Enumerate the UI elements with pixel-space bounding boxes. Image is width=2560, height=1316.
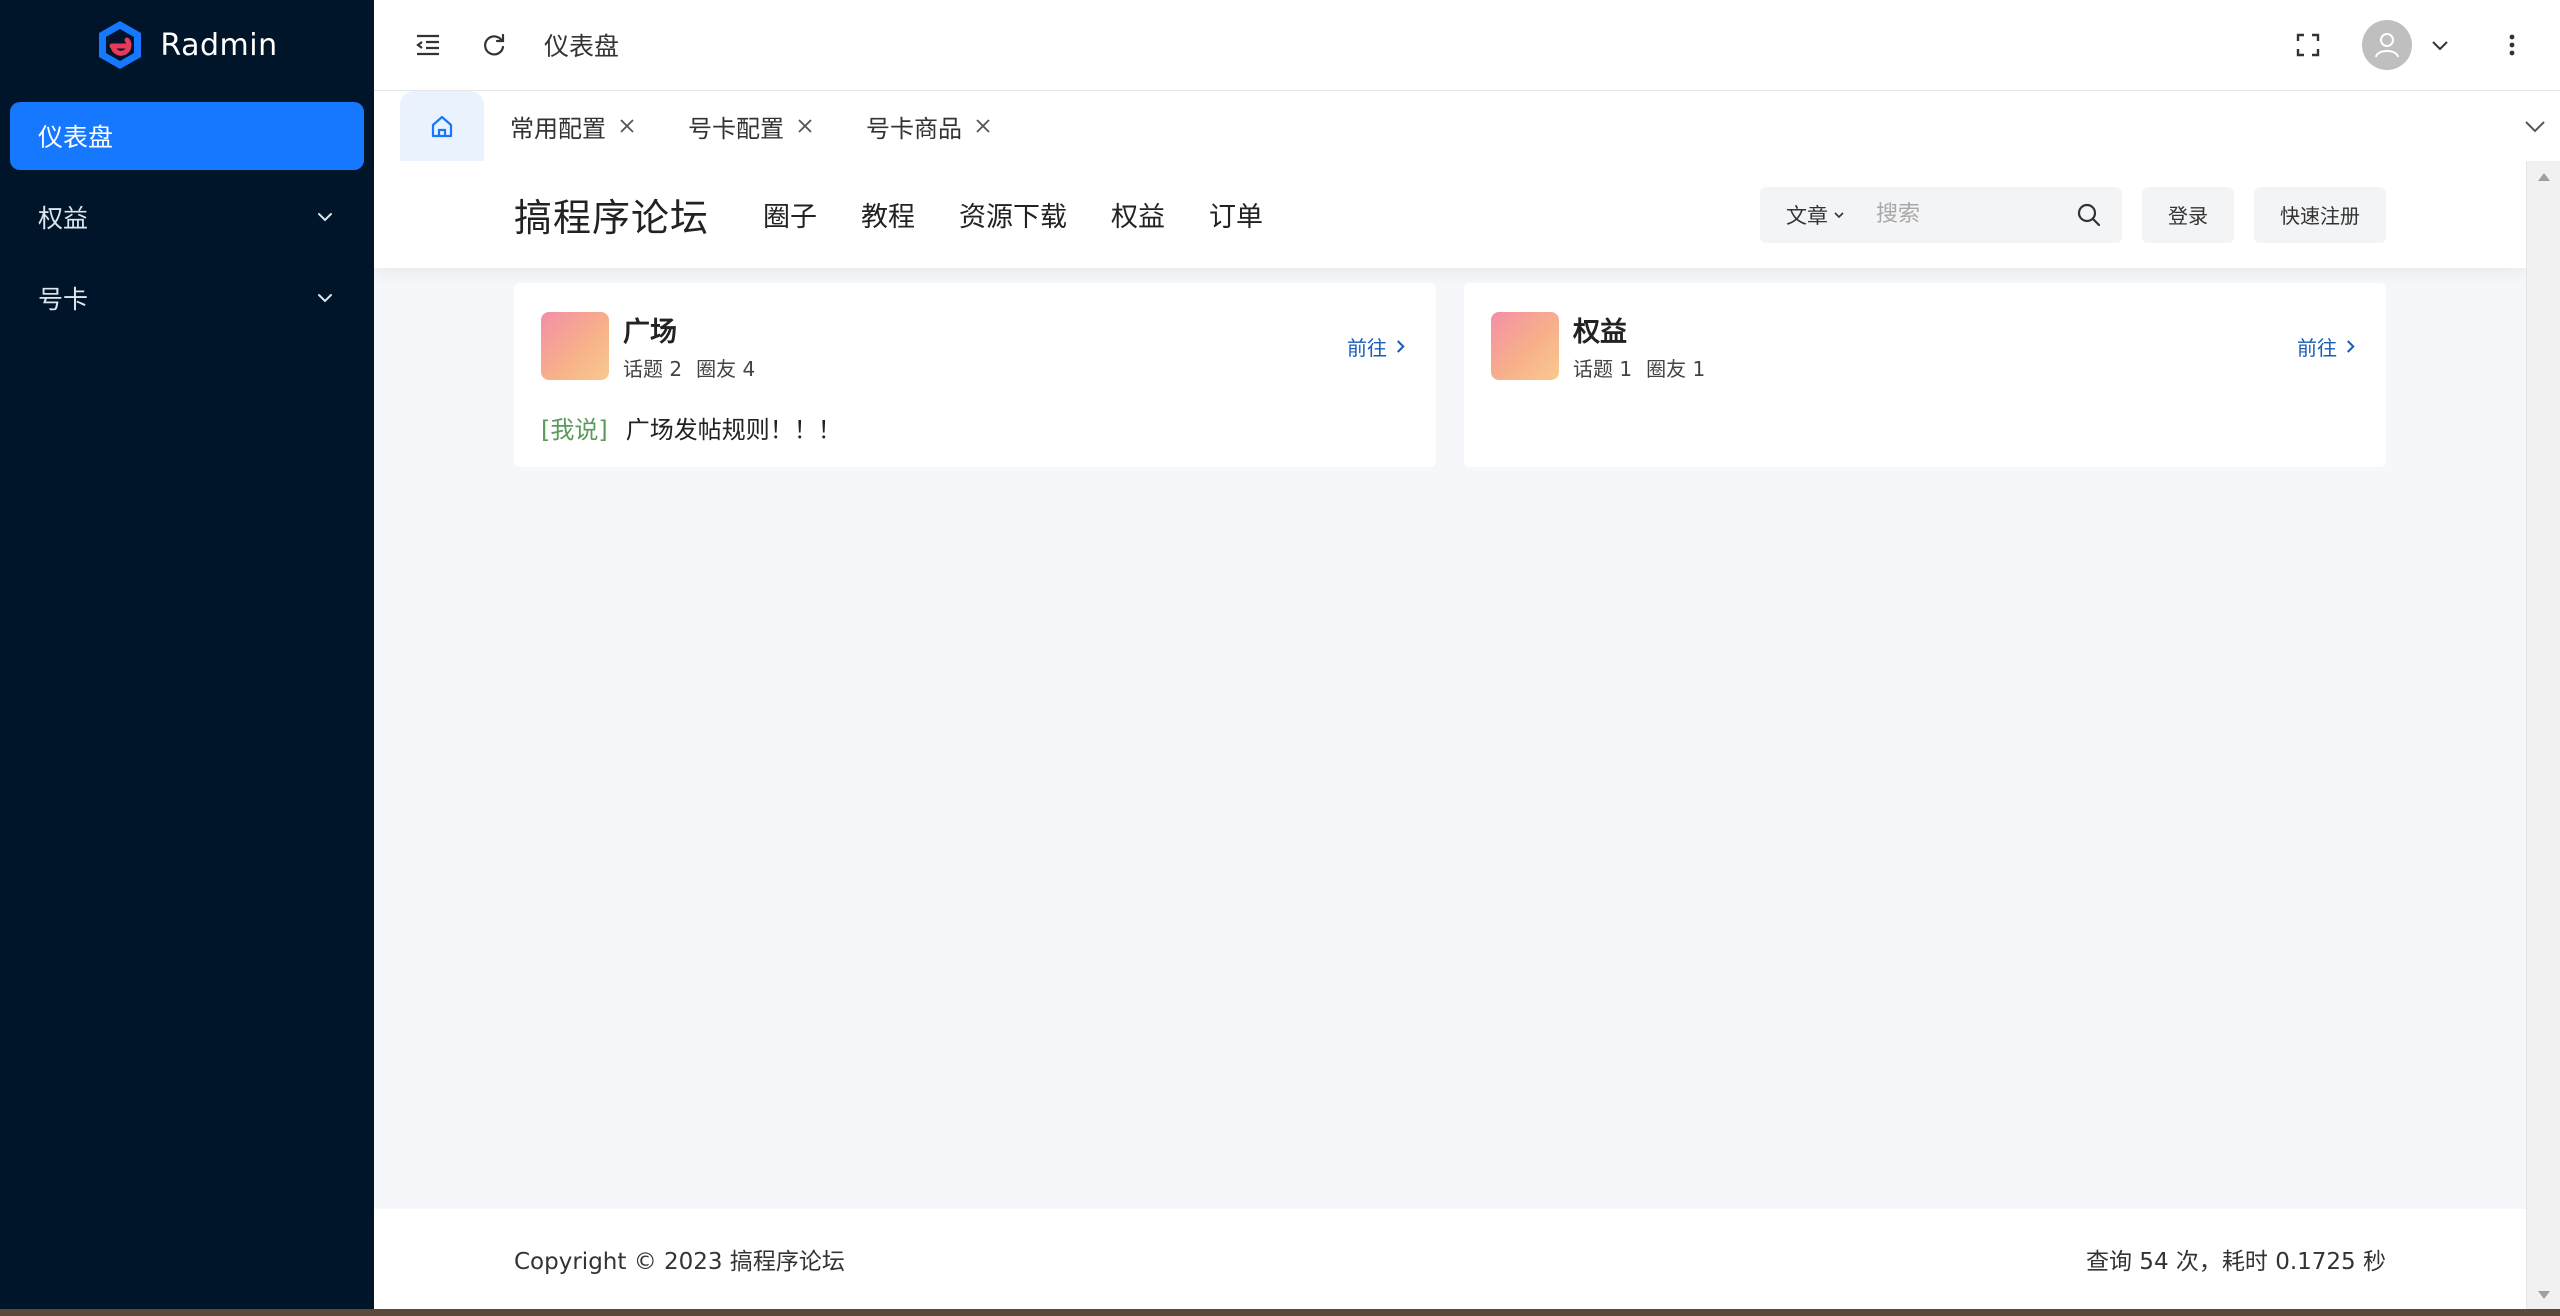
card-header: 广场 话题 2 圈友 4 前往 [541,310,1406,382]
search-type-label: 文章 [1786,203,1828,228]
post-item[interactable]: [我说] 广场发帖规则！！！ [541,410,1406,445]
chevron-right-icon [1397,339,1405,353]
footer: Copyright © 2023 搞程序论坛 查询 54 次，耗时 0.1725… [374,1209,2526,1309]
collapse-menu-icon[interactable] [410,27,446,63]
page-title: 仪表盘 [544,32,620,61]
topic-count: 话题 1 [1573,357,1633,381]
circle-card: 权益 话题 1 圈友 1 前往 [1464,283,2386,467]
close-icon[interactable] [618,117,636,135]
sidebar-menu: 仪表盘 权益 号卡 [0,90,374,357]
sidebar: Radmin 仪表盘 权益 号卡 [0,0,374,1316]
refresh-icon[interactable] [476,27,512,63]
go-label: 前往 [1347,335,1387,360]
chevron-down-icon [314,206,336,228]
main-content: 搞程序论坛 圈子 教程 资源下载 权益 订单 文章 登录 快速注册 [374,161,2526,1309]
sidebar-item-dashboard[interactable]: 仪表盘 [10,102,364,170]
scroll-up-arrow-icon[interactable] [2536,169,2552,183]
card-meta: 广场 话题 2 圈友 4 [623,310,769,382]
tab-card-config[interactable]: 号卡配置 [662,91,840,161]
tab-common-config[interactable]: 常用配置 [484,91,662,161]
chevron-down-icon [314,287,336,309]
search-input[interactable] [1876,202,2066,227]
circle-title[interactable]: 权益 [1573,310,1719,349]
circle-stats: 话题 2 圈友 4 [623,353,769,382]
card-meta: 权益 话题 1 圈友 1 [1573,310,1719,382]
nav-link-orders[interactable]: 订单 [1209,195,1263,234]
close-icon[interactable] [974,117,992,135]
brand[interactable]: Radmin [0,0,374,90]
window-bottom-edge [0,1309,2560,1316]
more-vertical-icon[interactable] [2494,27,2530,63]
query-stats: 查询 54 次，耗时 0.1725 秒 [2086,1249,2386,1275]
top-header: 仪表盘 [374,0,2560,91]
radmin-logo-icon [96,19,144,71]
forum-title[interactable]: 搞程序论坛 [514,187,709,242]
vertical-scrollbar[interactable] [2526,161,2560,1309]
tab-home[interactable] [400,91,484,161]
topic-count: 话题 2 [623,357,683,381]
circle-stats: 话题 1 圈友 1 [1573,353,1719,382]
tab-label: 号卡配置 [688,114,784,143]
chevron-down-icon [1834,211,1844,218]
scroll-down-arrow-icon[interactable] [2536,1287,2552,1301]
sidebar-item-rights[interactable]: 权益 [10,183,364,251]
circle-card: 广场 话题 2 圈友 4 前往 [我说] 广场发帖规则！！！ [514,283,1436,467]
sidebar-item-card[interactable]: 号卡 [10,264,364,332]
app-name: Radmin [160,27,278,63]
forum-nav: 圈子 教程 资源下载 权益 订单 [763,195,1263,234]
go-label: 前往 [2297,335,2337,360]
search-icon[interactable] [2076,202,2102,228]
user-avatar[interactable] [2362,20,2412,70]
tabs-dropdown-chevron-down-icon[interactable] [2522,91,2548,161]
sidebar-item-label: 权益 [38,204,89,233]
circle-thumbnail[interactable] [1491,312,1559,380]
home-icon [431,115,453,138]
member-count: 圈友 4 [696,357,756,381]
tab-card-goods[interactable]: 号卡商品 [840,91,1018,161]
tab-bar: 常用配置 号卡配置 号卡商品 [374,91,2560,161]
nav-link-rights[interactable]: 权益 [1111,195,1165,234]
user-menu-chevron-down-icon[interactable] [2422,27,2458,63]
forum-navbar: 搞程序论坛 圈子 教程 资源下载 权益 订单 文章 登录 快速注册 [374,161,2526,268]
tab-label: 常用配置 [510,114,606,143]
circle-cards: 广场 话题 2 圈友 4 前往 [我说] 广场发帖规则！！！ 权益 话题 1 圈… [374,268,2526,467]
post-tag: [我说] [541,416,608,444]
nav-link-circles[interactable]: 圈子 [763,195,817,234]
member-count: 圈友 1 [1646,357,1706,381]
circle-thumbnail[interactable] [541,312,609,380]
nav-link-downloads[interactable]: 资源下载 [959,195,1067,234]
close-icon[interactable] [796,117,814,135]
header-actions [2290,20,2560,70]
register-button[interactable]: 快速注册 [2254,186,2386,243]
sidebar-item-label: 号卡 [38,285,89,314]
tab-label: 号卡商品 [866,114,962,143]
search-type-select[interactable]: 文章 [1786,200,1846,230]
go-link[interactable]: 前往 [1347,332,1406,361]
fullscreen-icon[interactable] [2290,27,2326,63]
forum-actions: 文章 登录 快速注册 [1760,186,2386,243]
post-title[interactable]: 广场发帖规则！！！ [626,410,842,445]
sidebar-item-label: 仪表盘 [38,123,114,152]
login-button[interactable]: 登录 [2142,186,2234,243]
search-box: 文章 [1760,186,2122,243]
chevron-right-icon [2347,339,2355,353]
nav-link-tutorials[interactable]: 教程 [861,195,915,234]
go-link[interactable]: 前往 [2297,332,2356,361]
card-header: 权益 话题 1 圈友 1 前往 [1491,310,2356,382]
circle-title[interactable]: 广场 [623,310,769,349]
copyright-text: Copyright © 2023 搞程序论坛 [514,1249,845,1275]
